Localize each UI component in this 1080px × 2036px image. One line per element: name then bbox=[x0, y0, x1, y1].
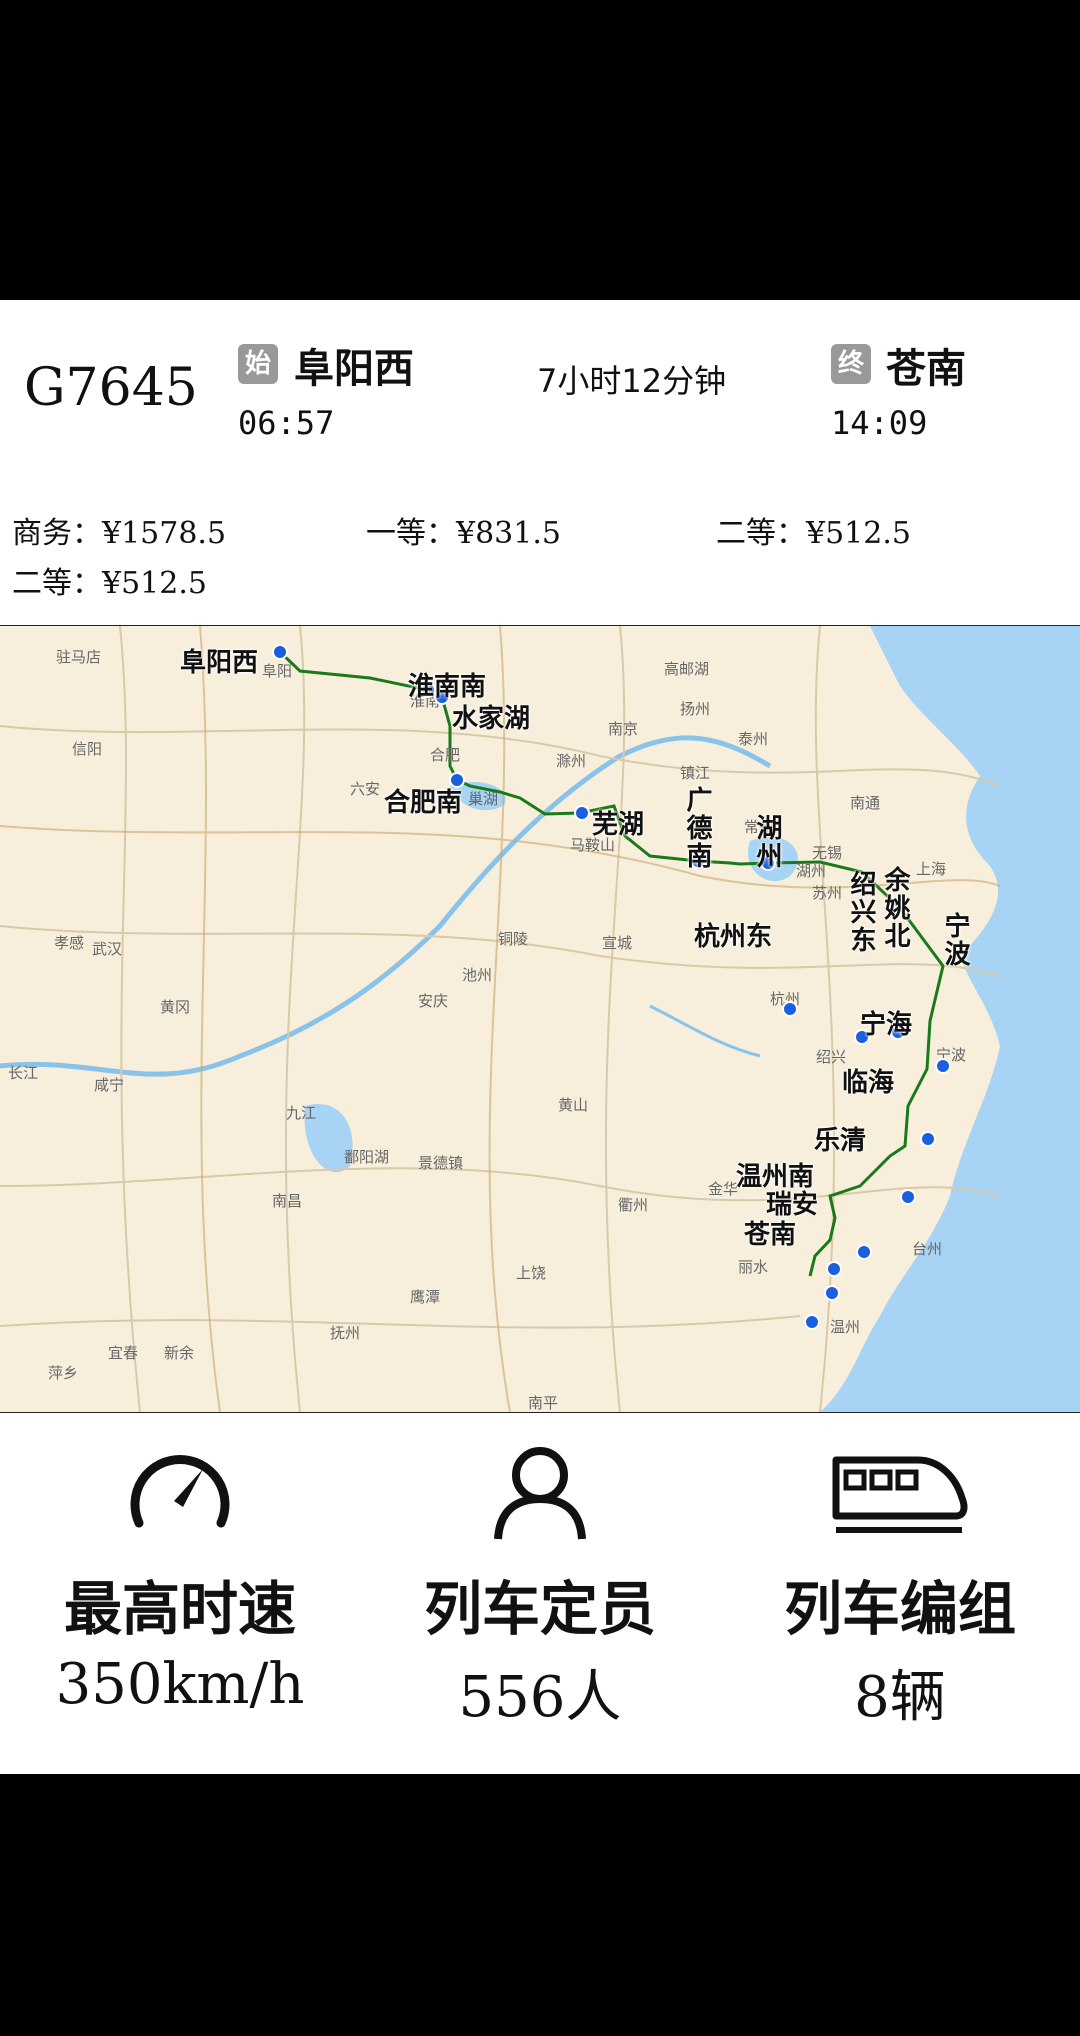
person-icon bbox=[360, 1438, 720, 1548]
map-station-yuyaobei[interactable]: 余姚北 bbox=[880, 866, 910, 950]
stat-label: 列车编组 bbox=[783, 1575, 1016, 1643]
destination-badge: 终 bbox=[831, 344, 871, 384]
map-station-wuhu[interactable]: 芜湖 bbox=[592, 804, 644, 841]
map-station-ningbo[interactable]: 宁波 bbox=[940, 912, 970, 968]
station-dots bbox=[272, 644, 951, 1330]
map-station-fuyangxi[interactable]: 阜阳西 bbox=[180, 642, 258, 679]
map-station-yueqing[interactable]: 乐清 bbox=[814, 1120, 866, 1157]
stat-label: 最高时速 bbox=[63, 1575, 296, 1643]
travel-duration: 7小时12分钟 bbox=[537, 362, 727, 400]
map-station-hefeinan[interactable]: 合肥南 bbox=[384, 782, 462, 819]
train-info-card: G7645 始 阜阳西 06:57 7小时12分钟 终 苍南 14:09 商务：… bbox=[0, 300, 1080, 1774]
origin-badge: 始 bbox=[238, 344, 278, 384]
origin-station: 阜阳西 bbox=[294, 346, 414, 392]
destination-station: 苍南 bbox=[886, 346, 966, 392]
stat-formation: 列车编组 8辆 bbox=[720, 1438, 1080, 1733]
stat-max-speed: 最高时速 350km/h bbox=[0, 1438, 360, 1717]
price-second-class-alt: 二等：¥512.5 bbox=[12, 566, 207, 601]
price-business: 商务：¥1578.5 bbox=[12, 516, 227, 551]
map-station-ninghai[interactable]: 宁海 bbox=[860, 1004, 912, 1041]
speedometer-icon bbox=[0, 1438, 360, 1548]
route-map[interactable]: 驻马店 信阳 阜阳 淮南 合肥 六安 巢湖 南京 滁州 扬州 镇江 泰州 高邮湖… bbox=[0, 625, 1080, 1413]
price-first-class: 一等：¥831.5 bbox=[366, 516, 561, 551]
stat-value: 350km/h bbox=[55, 1652, 305, 1717]
price-second-class: 二等：¥512.5 bbox=[716, 516, 911, 551]
train-number: G7645 bbox=[24, 358, 198, 418]
stat-value: 556人 bbox=[458, 1665, 622, 1730]
stat-value: 8辆 bbox=[854, 1665, 946, 1730]
map-station-cangnan[interactable]: 苍南 bbox=[744, 1214, 796, 1251]
train-icon bbox=[720, 1438, 1080, 1548]
map-station-huzhou[interactable]: 湖州 bbox=[752, 814, 782, 870]
stat-label: 列车定员 bbox=[423, 1575, 656, 1643]
departure-time: 06:57 bbox=[238, 404, 335, 442]
map-station-shaoxingdong[interactable]: 绍兴东 bbox=[846, 870, 876, 954]
stat-capacity: 列车定员 556人 bbox=[360, 1438, 720, 1733]
map-station-linhai[interactable]: 临海 bbox=[842, 1062, 894, 1099]
map-station-shuijiahu[interactable]: 水家湖 bbox=[452, 698, 530, 735]
map-station-guangdenan[interactable]: 广德南 bbox=[682, 786, 712, 870]
arrival-time: 14:09 bbox=[831, 404, 928, 442]
map-station-hangzhoudong[interactable]: 杭州东 bbox=[694, 916, 772, 953]
